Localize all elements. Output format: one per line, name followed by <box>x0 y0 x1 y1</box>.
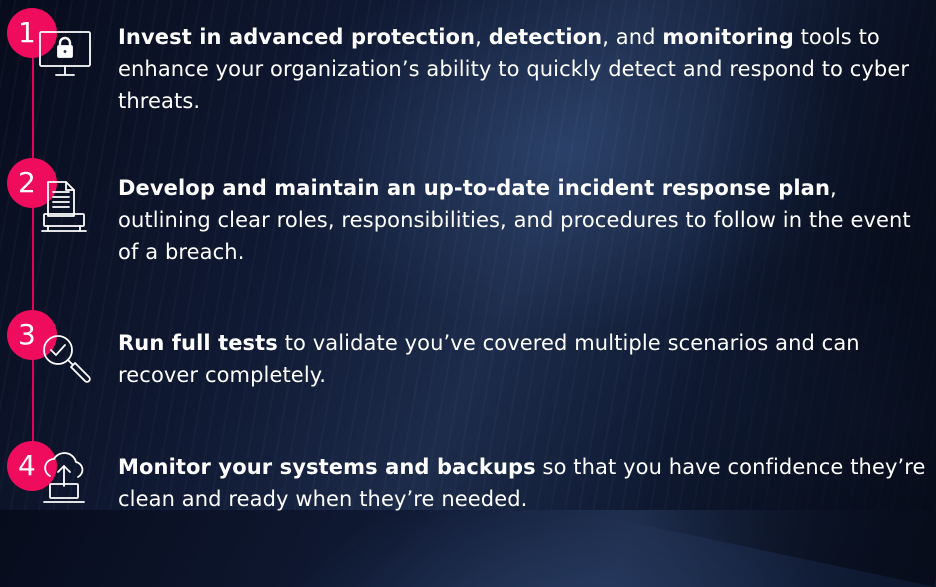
step-connector-3-4 <box>32 358 34 442</box>
step-1-segment-2: , <box>475 25 489 49</box>
step-1-segment-1: Invest in advanced protection <box>118 25 476 49</box>
document-plan-icon <box>36 178 94 236</box>
step-1-text: Invest in advanced protection, detection… <box>118 21 930 117</box>
monitor-lock-icon <box>36 24 94 82</box>
magnifier-check-icon <box>36 328 94 386</box>
cloud-upload-icon <box>36 452 94 510</box>
step-connector-2-3 <box>32 206 34 310</box>
step-1-segment-5: monitoring <box>662 25 794 49</box>
step-3-text: Run full tests to validate you’ve covere… <box>118 327 930 391</box>
step-4-text: Monitor your systems and backups so that… <box>118 451 930 515</box>
step-3-segment-1: Run full tests <box>118 331 278 355</box>
step-2-text: Develop and maintain an up-to-date incid… <box>118 172 930 268</box>
step-4-segment-1: Monitor your systems and backups <box>118 455 536 479</box>
step-connector-1-2 <box>32 56 34 172</box>
step-2-segment-1: Develop and maintain an up-to-date incid… <box>118 176 830 200</box>
step-1-segment-4: , and <box>602 25 663 49</box>
step-1-segment-3: detection <box>488 25 603 49</box>
